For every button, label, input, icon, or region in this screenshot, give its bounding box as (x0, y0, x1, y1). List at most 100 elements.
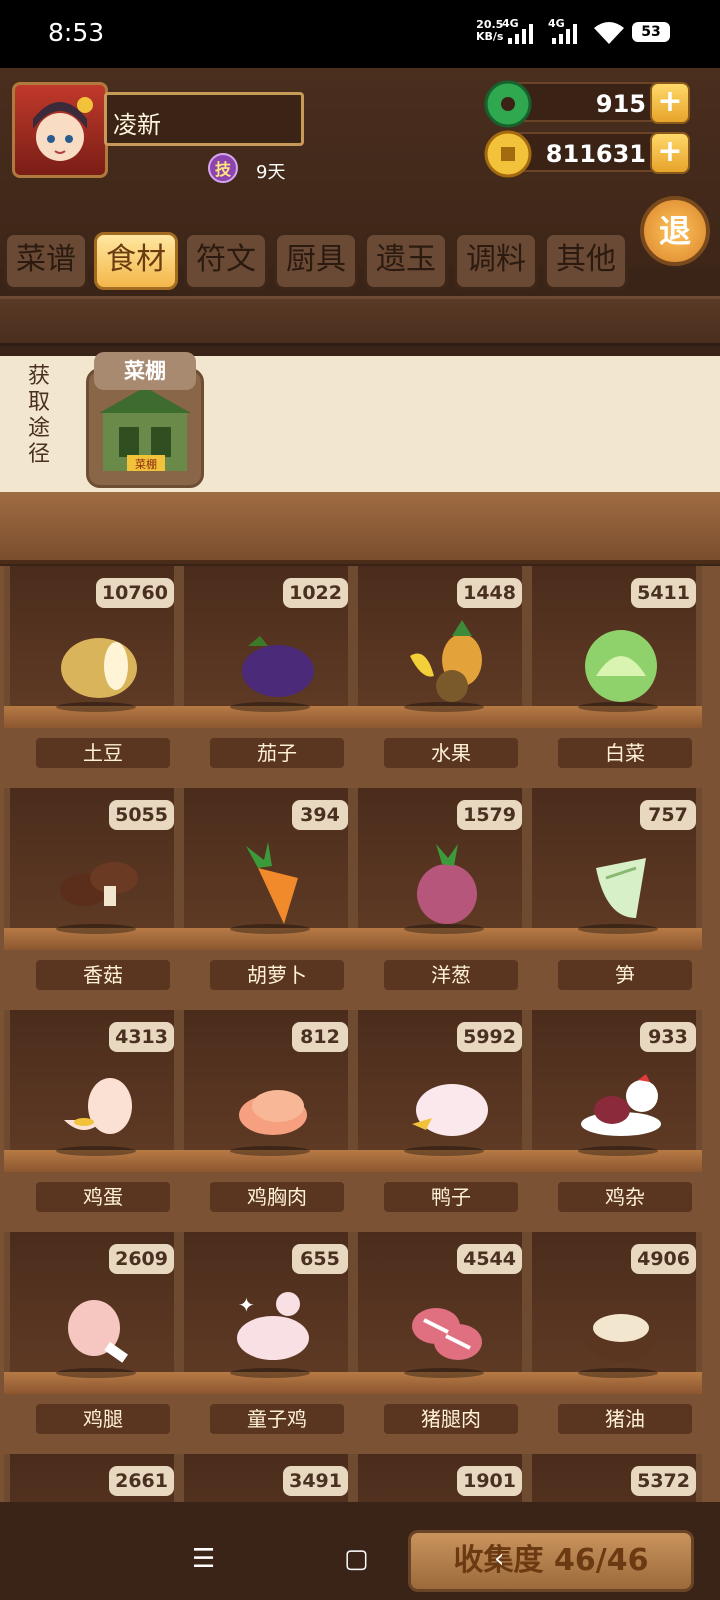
add-coins-button[interactable]: + (650, 132, 690, 174)
ingredient-cell[interactable]: ✦ 655 童子鸡 (178, 1232, 354, 1454)
jade-icon (484, 80, 532, 128)
item-count: 1579 (457, 800, 522, 830)
tab-seasonings[interactable]: 调料 (454, 232, 538, 290)
item-count: 3491 (283, 1466, 348, 1496)
ingredient-cell[interactable]: 4313 鸡蛋 (4, 1010, 180, 1232)
ingredient-cell[interactable]: 1448 水果 (352, 566, 528, 788)
menu-nav-icon[interactable]: ☰ (192, 1544, 215, 1574)
collection-progress[interactable]: 收集度 46/46 (408, 1530, 694, 1592)
source-title: 菜棚 (94, 352, 196, 390)
item-count: 4544 (457, 1244, 522, 1274)
item-count: 933 (640, 1022, 696, 1052)
chicken-breast-icon (239, 1090, 307, 1135)
player-avatar[interactable] (12, 82, 108, 178)
home-nav-icon[interactable]: ▢ (344, 1544, 369, 1574)
ingredient-cell[interactable]: 1579 洋葱 (352, 788, 528, 1010)
onion-icon (417, 844, 477, 924)
chicken-giblets-icon (581, 1074, 661, 1136)
item-count: 812 (292, 1022, 348, 1052)
item-name: 鸡蛋 (36, 1182, 170, 1212)
item-count: 757 (640, 800, 696, 830)
ingredient-cell[interactable]: 5992 鸭子 (352, 1010, 528, 1232)
ingredient-grid: 10760 土豆 1022 茄子 1448 水果 5411 白菜 5055 香菇 394 胡萝卜 157… (0, 566, 720, 1502)
ingredient-cell[interactable]: 1901 (352, 1454, 528, 1502)
ingredient-cell[interactable]: 3491 (178, 1454, 354, 1502)
item-name: 土豆 (36, 738, 170, 768)
tab-others[interactable]: 其他 (544, 232, 628, 290)
fruit-icon (410, 620, 482, 702)
item-count: 5372 (631, 1466, 696, 1496)
jade-amount: 915 (595, 90, 646, 118)
lard-icon (587, 1314, 655, 1362)
ingredient-cell[interactable]: 2661 (4, 1454, 180, 1502)
tab-cookware[interactable]: 厨具 (274, 232, 358, 290)
item-name: 白菜 (558, 738, 692, 768)
skill-badge[interactable]: 技 (208, 153, 238, 183)
carrot-icon (246, 842, 298, 924)
signal-icon (508, 24, 533, 44)
shelf-plank (0, 492, 720, 564)
drumstick-icon (68, 1300, 129, 1363)
coin-currency: 811631 + (484, 130, 690, 178)
duck-icon (412, 1084, 488, 1136)
item-count: 1022 (283, 578, 348, 608)
young-chicken-icon: ✦ (237, 1292, 309, 1360)
mushroom-icon (60, 862, 138, 906)
item-count: 2609 (109, 1244, 174, 1274)
shelf-divider (0, 296, 720, 346)
egg-icon (64, 1078, 132, 1134)
item-name: 洋葱 (384, 960, 518, 990)
item-count: 5411 (631, 578, 696, 608)
item-name: 鸭子 (384, 1182, 518, 1212)
item-count: 394 (292, 800, 348, 830)
back-nav-icon[interactable]: ‹ (494, 1544, 504, 1574)
cabbage-icon (585, 630, 657, 702)
coin-amount: 811631 (545, 140, 646, 168)
tab-jade[interactable]: 遗玉 (364, 232, 448, 290)
add-jade-button[interactable]: + (650, 82, 690, 124)
item-name: 鸡腿 (36, 1404, 170, 1434)
category-tabs: 菜谱 食材 符文 厨具 遗玉 调料 其他 (4, 232, 628, 292)
eggplant-icon (242, 636, 314, 697)
ingredient-cell[interactable]: 4906 猪油 (526, 1232, 702, 1454)
days-counter: 9天 (256, 162, 286, 183)
item-count: 5992 (457, 1022, 522, 1052)
pork-leg-icon (412, 1308, 482, 1360)
item-count: 5055 (109, 800, 174, 830)
ingredient-cell[interactable]: 10760 土豆 (4, 566, 180, 788)
coin-icon (484, 130, 532, 178)
item-name: 鸡杂 (558, 1182, 692, 1212)
tab-recipes[interactable]: 菜谱 (4, 232, 88, 290)
jade-currency: 915 + (484, 80, 690, 128)
svg-text:✦: ✦ (238, 1293, 255, 1317)
potato-icon (61, 638, 137, 698)
net-speed-unit: KB/s (476, 30, 504, 43)
item-count: 10760 (95, 578, 174, 608)
ingredient-cell[interactable]: 4544 猪腿肉 (352, 1232, 528, 1454)
ingredient-cell[interactable]: 394 胡萝卜 (178, 788, 354, 1010)
ingredient-cell[interactable]: 5055 香菇 (4, 788, 180, 1010)
item-name: 笋 (558, 960, 692, 990)
battery-icon: 53 (632, 22, 670, 42)
net-speed: 20.5 KB/s (476, 19, 503, 43)
status-time: 8:53 (48, 18, 105, 47)
ingredient-cell[interactable]: 2609 鸡腿 (4, 1232, 180, 1454)
item-name: 童子鸡 (210, 1404, 344, 1434)
ingredient-cell[interactable]: 5372 (526, 1454, 702, 1502)
player-name-box: 凌新 (104, 92, 304, 146)
ingredient-cell[interactable]: 812 鸡胸肉 (178, 1010, 354, 1232)
item-name: 鸡胸肉 (210, 1182, 344, 1212)
tab-runes[interactable]: 符文 (184, 232, 268, 290)
avatar-portrait-icon (33, 97, 93, 161)
player-name: 凌新 (113, 111, 161, 139)
tab-ingredients[interactable]: 食材 (94, 232, 178, 290)
ingredient-cell[interactable]: 757 笋 (526, 788, 702, 1010)
ingredient-cell[interactable]: 1022 茄子 (178, 566, 354, 788)
item-count: 655 (292, 1244, 348, 1274)
ingredient-cell[interactable]: 933 鸡杂 (526, 1010, 702, 1232)
ingredient-cell[interactable]: 5411 白菜 (526, 566, 702, 788)
exit-button[interactable]: 退 (640, 196, 710, 266)
signal-icon-2 (552, 24, 577, 44)
bamboo-shoot-icon (596, 858, 646, 918)
item-name: 香菇 (36, 960, 170, 990)
